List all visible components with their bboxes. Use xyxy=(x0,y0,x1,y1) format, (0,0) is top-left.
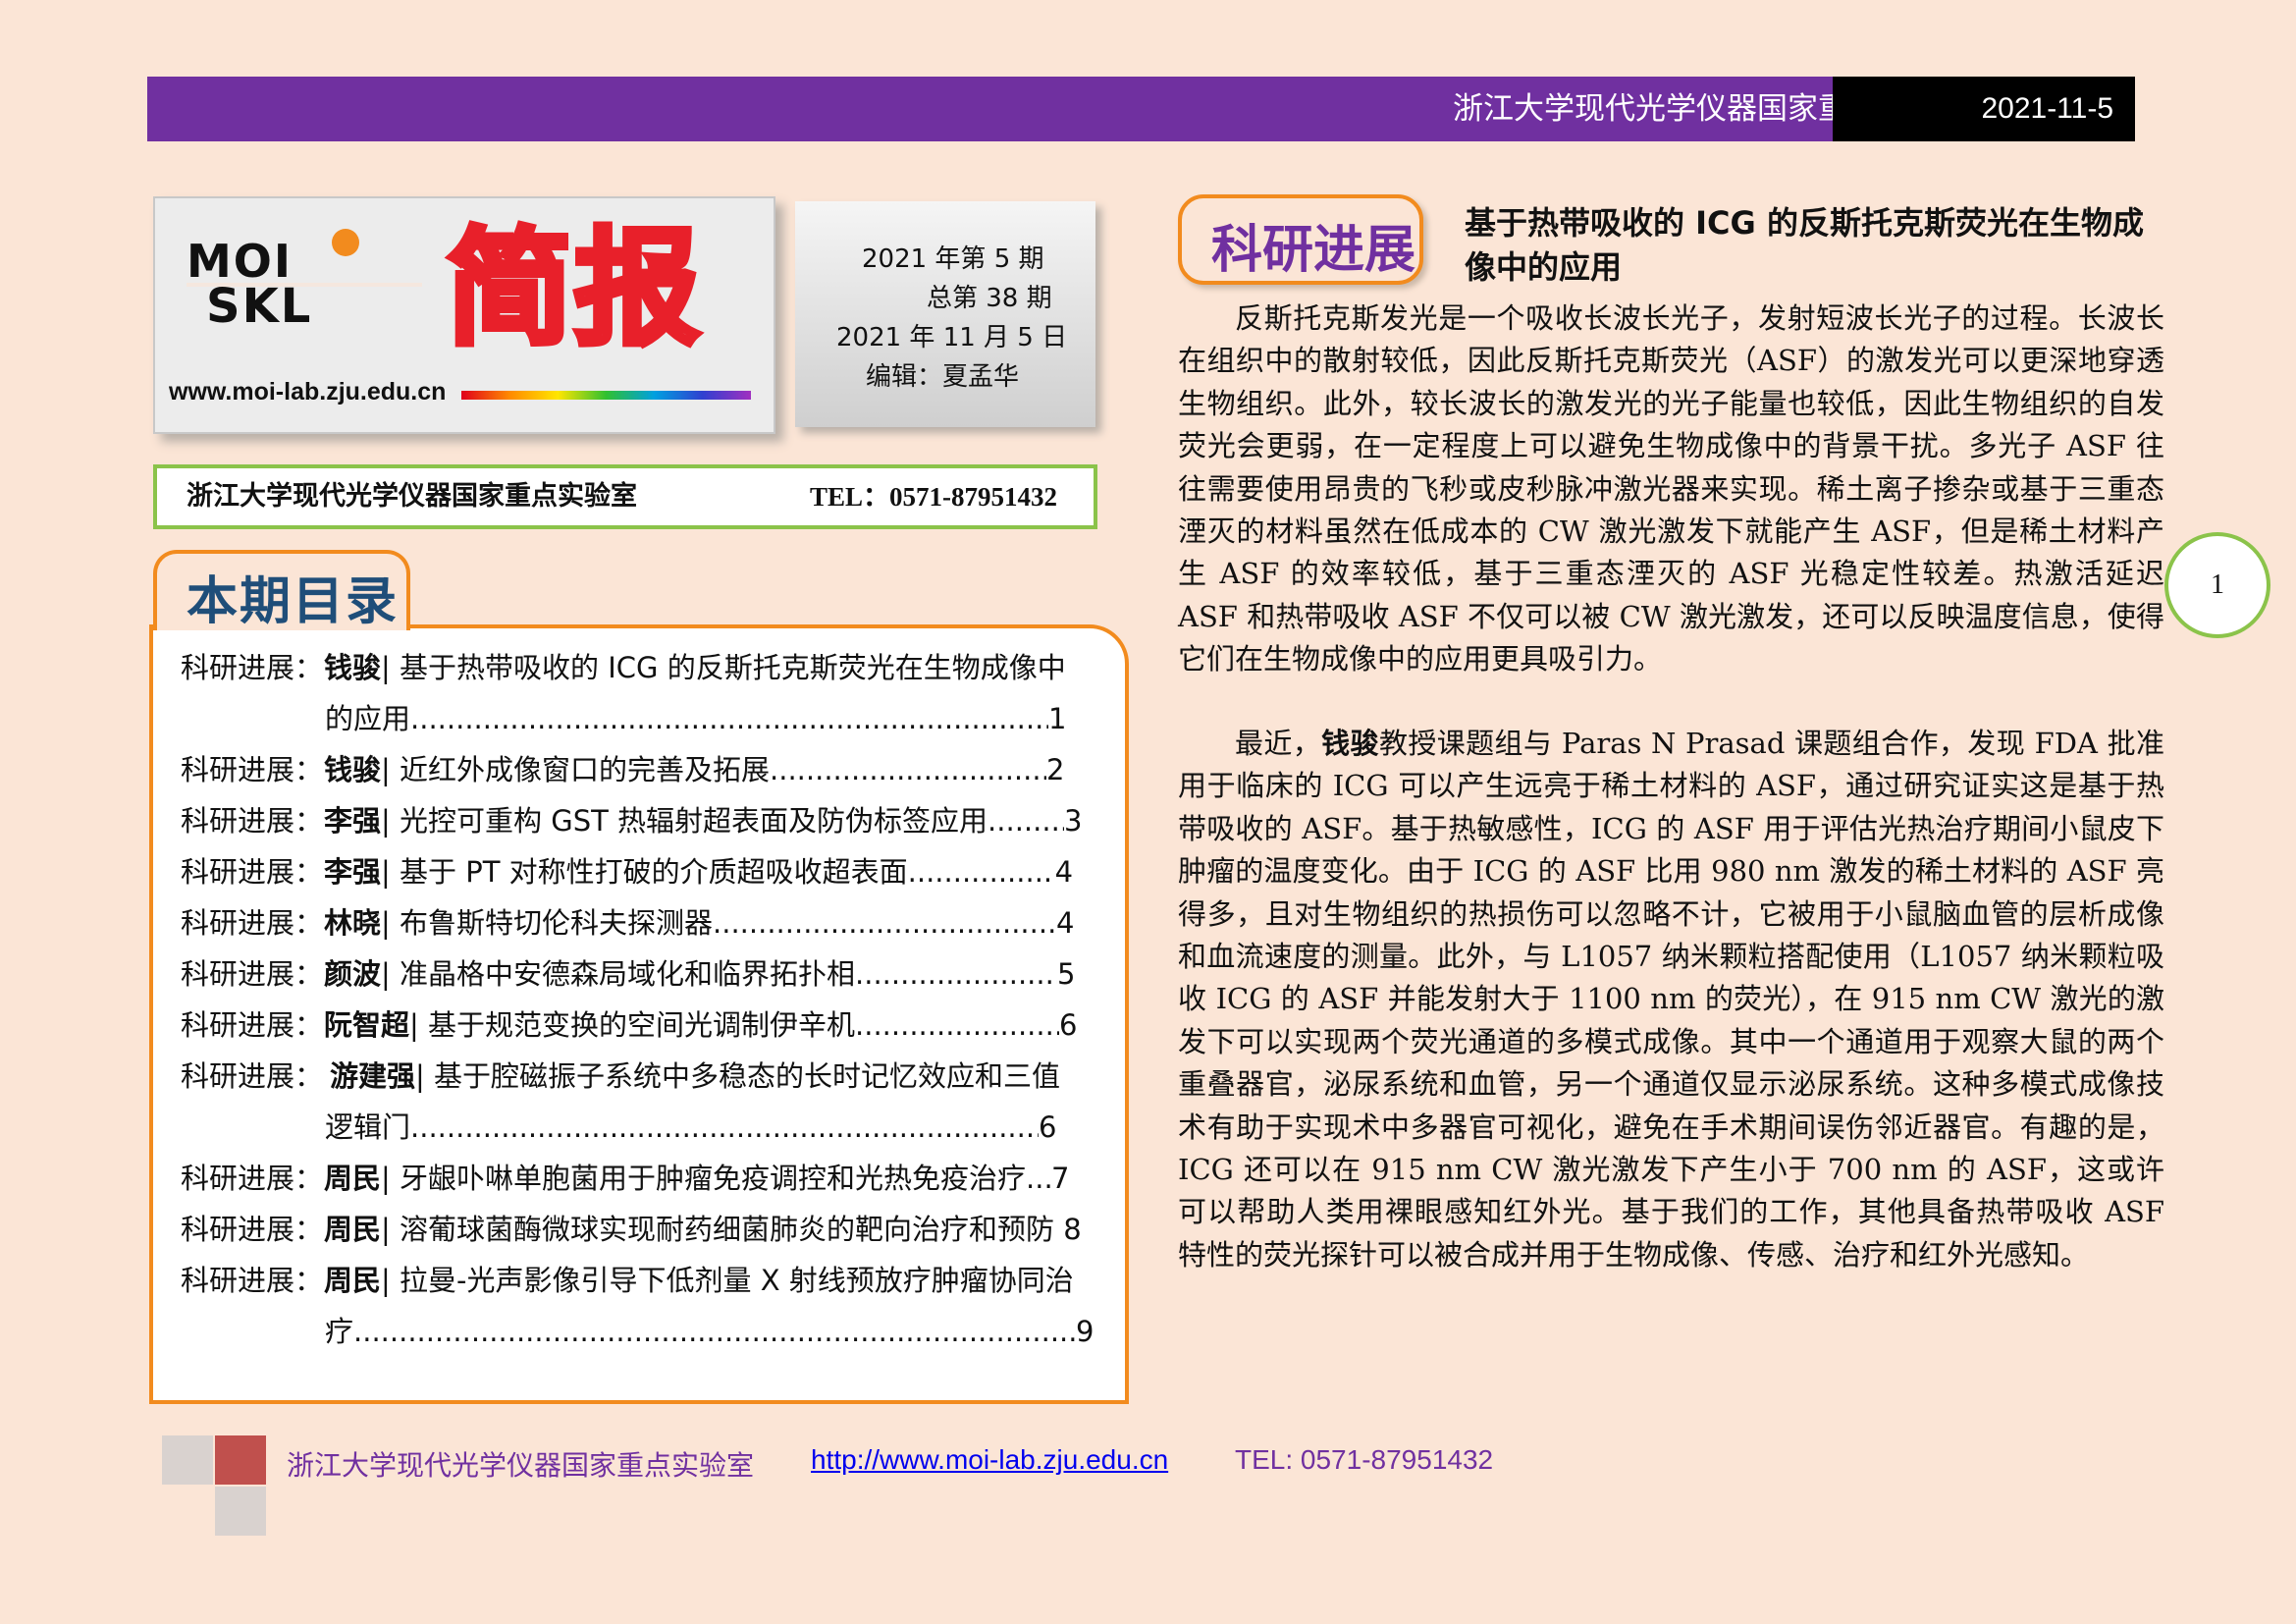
toc-title: | 近红外成像窗口的完善及拓展 xyxy=(381,753,771,786)
toc-item[interactable]: 科研进展：颜波| 准晶格中安德森局域化和临界拓扑相5 xyxy=(181,954,1075,994)
toc-item-cont[interactable]: 疗9 xyxy=(325,1312,1094,1351)
lab-tel: TEL：0571-87951432 xyxy=(810,482,1058,512)
lab-info-bar: 浙江大学现代光学仪器国家重点实验室 TEL：0571-87951432 xyxy=(153,464,1097,529)
toc-item[interactable]: 科研进展：周民| 拉曼-光声影像引导下低剂量 X 射线预放疗肿瘤协同治 xyxy=(181,1261,1074,1300)
toc-author: 钱骏 xyxy=(324,651,382,684)
toc-author: 阮智超 xyxy=(324,1008,410,1042)
issue-info-box: 2021 年第 5 期 总第 38 期 2021 年 11 月 5 日 编辑：夏… xyxy=(795,201,1095,427)
footer-tel: TEL: 0571-87951432 xyxy=(1235,1444,1494,1475)
toc-item-cont[interactable]: 的应用1 xyxy=(325,699,1066,738)
lab-name: 浙江大学现代光学仪器国家重点实验室 xyxy=(187,481,637,512)
toc-title: | 基于热带吸收的 ICG 的反斯托克斯荧光在生物成像中 xyxy=(381,651,1066,684)
masthead-url: www.moi-lab.zju.edu.cn xyxy=(169,378,447,406)
toc-author: 林晓 xyxy=(324,906,382,940)
issue-date: 2021 年 11 月 5 日 xyxy=(836,323,1068,352)
toc-title: | 基于 PT 对称性打破的介质超吸收超表面 xyxy=(381,855,908,889)
logo-orange-dot xyxy=(332,229,359,256)
toc-item[interactable]: 科研进展：钱骏| 基于热带吸收的 ICG 的反斯托克斯荧光在生物成像中 xyxy=(181,648,1066,687)
toc-title: | 光控可重构 GST 热辐射超表面及防伪标签应用 xyxy=(381,804,988,838)
toc-item[interactable]: 科研进展：李强| 基于 PT 对称性打破的介质超吸收超表面4 xyxy=(181,852,1073,892)
article-author: 钱骏 xyxy=(1321,727,1379,760)
toc-author: 颜波 xyxy=(324,957,382,991)
toc-page: 9 xyxy=(1076,1315,1095,1348)
toc-author: 周民 xyxy=(324,1162,382,1195)
toc-item[interactable]: 科研进展：钱骏| 近红外成像窗口的完善及拓展2 xyxy=(181,750,1064,789)
footer-url-link[interactable]: http://www.moi-lab.zju.edu.cn xyxy=(811,1444,1168,1476)
footer-lab-name: 浙江大学现代光学仪器国家重点实验室 xyxy=(287,1449,755,1482)
toc-author: 周民 xyxy=(324,1264,382,1297)
toc-author: 李强 xyxy=(324,855,382,889)
article-paragraph-1: 反斯托克斯发光是一个吸收长波长光子，发射短波长光子的过程。长波长在组织中的散射较… xyxy=(1178,301,2164,677)
toc-author: 周民 xyxy=(324,1213,382,1246)
toc-title: | 布鲁斯特切伦科夫探测器 xyxy=(381,906,714,940)
toc-page: 4 xyxy=(1054,855,1074,889)
issue-year-number: 2021 年第 5 期 xyxy=(862,244,1044,274)
toc-title: | 准晶格中安德森局域化和临界拓扑相 xyxy=(381,957,856,991)
toc-item[interactable]: 科研进展： 游建强| 基于腔磁振子系统中多稳态的长时记忆效应和三值 xyxy=(181,1056,1060,1096)
toc-author: 李强 xyxy=(324,804,382,838)
toc-item[interactable]: 科研进展：周民| 溶葡球菌酶微球实现耐药细菌肺炎的靶向治疗和预防 8 xyxy=(181,1210,1082,1249)
article-paragraph-2: 最近，钱骏教授课题组与 Paras N Prasad 课题组合作，发现 FDA … xyxy=(1178,727,2164,1272)
section-tab: 科研进展 xyxy=(1178,194,1423,285)
toc-page: 6 xyxy=(1059,1008,1078,1042)
toc-title: | 基于腔磁振子系统中多稳态的长时记忆效应和三值 xyxy=(415,1059,1061,1093)
footer-square-gray-2 xyxy=(215,1487,266,1536)
toc-title: | 溶葡球菌酶微球实现耐药细菌肺炎的靶向治疗和预防 8 xyxy=(381,1213,1082,1246)
footer-square-gray xyxy=(162,1435,213,1485)
masthead-title: 简报 xyxy=(444,213,703,365)
toc-item[interactable]: 科研进展：林晓| 布鲁斯特切伦科夫探测器4 xyxy=(181,903,1074,943)
toc-page: 4 xyxy=(1056,906,1075,940)
issue-total-number: 总第 38 期 xyxy=(927,284,1052,313)
toc-box: 科研进展：钱骏| 基于热带吸收的 ICG 的反斯托克斯荧光在生物成像中 的应用1… xyxy=(149,624,1129,1404)
article-title: 基于热带吸收的 ICG 的反斯托克斯荧光在生物成像中的应用 xyxy=(1465,204,2144,286)
rainbow-strip xyxy=(461,391,751,400)
toc-item[interactable]: 科研进展：李强| 光控可重构 GST 热辐射超表面及防伪标签应用3 xyxy=(181,801,1083,840)
toc-author: 钱骏 xyxy=(324,753,382,786)
toc-title: | 拉曼-光声影像引导下低剂量 X 射线预放疗肿瘤协同治 xyxy=(381,1264,1074,1297)
section-label: 科研进展 xyxy=(1211,221,1416,280)
toc-item[interactable]: 科研进展：周民| 牙龈卟啉单胞菌用于肿瘤免疫调控和光热免疫治疗7 xyxy=(181,1159,1069,1198)
issue-editor: 编辑：夏孟华 xyxy=(866,362,1020,392)
page-number: 1 xyxy=(2164,532,2270,638)
toc-title: | 基于规范变换的空间光调制伊辛机 xyxy=(409,1008,856,1042)
toc-heading-tab: 本期目录 xyxy=(153,550,410,631)
toc-page: 2 xyxy=(1046,753,1065,786)
toc-page: 3 xyxy=(1064,804,1083,838)
toc-heading: 本期目录 xyxy=(187,572,400,631)
footer-square-red xyxy=(215,1435,266,1485)
toc-page: 5 xyxy=(1057,957,1076,991)
toc-page: 7 xyxy=(1051,1162,1070,1195)
toc-author: 游建强 xyxy=(330,1059,416,1093)
header-date: 2021-11-5 xyxy=(1833,77,2135,141)
moi-skl-logo-mark: MOI SKL xyxy=(187,236,422,324)
toc-item[interactable]: 科研进展：阮智超| 基于规范变换的空间光调制伊辛机6 xyxy=(181,1005,1077,1045)
toc-page: 6 xyxy=(1039,1110,1057,1144)
toc-page: 1 xyxy=(1048,702,1067,735)
toc-title: | 牙龈卟啉单胞菌用于肿瘤免疫调控和光热免疫治疗 xyxy=(381,1162,1027,1195)
toc-item-cont[interactable]: 逻辑门6 xyxy=(325,1108,1056,1147)
